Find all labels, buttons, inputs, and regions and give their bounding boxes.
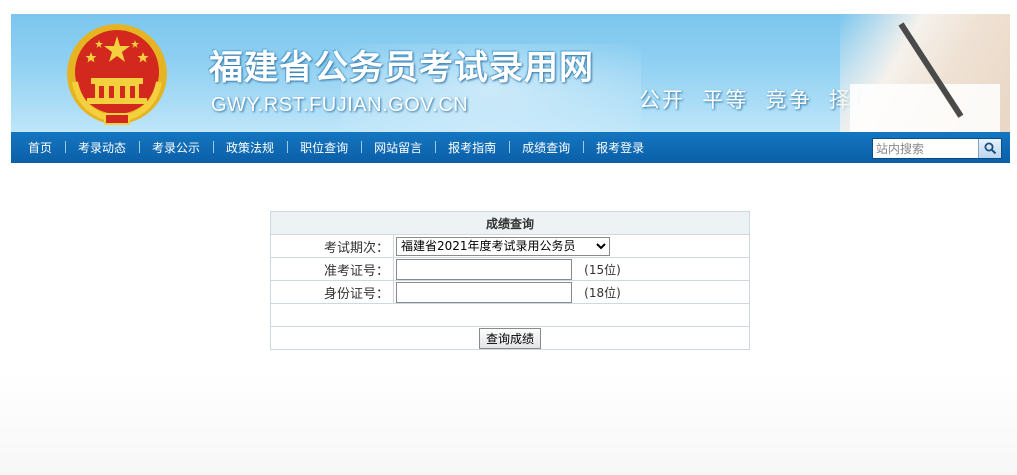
form-title: 成绩查询	[270, 211, 750, 235]
site-domain: GWY.RST.FUJIAN.GOV.CN	[211, 94, 469, 116]
search-icon	[984, 142, 996, 155]
writing-hand-image	[840, 14, 1010, 132]
exam-period-label: 考试期次：	[270, 234, 394, 258]
nav-item-position-query[interactable]: 职位查询	[287, 139, 361, 156]
nav-item-login[interactable]: 报考登录	[583, 139, 657, 156]
nav-item-policy[interactable]: 政策法规	[213, 139, 287, 156]
main-nav: 首页 考录动态 考录公示 政策法规 职位查询 网站留言 报考指南 成绩查询 报考…	[11, 132, 1010, 163]
nav-item-guide[interactable]: 报考指南	[435, 139, 509, 156]
header-banner: 福建省公务员考试录用网 GWY.RST.FUJIAN.GOV.CN 公开 平等 …	[11, 14, 1010, 132]
id-number-input[interactable]	[396, 281, 572, 303]
id-number-hint: (18位)	[584, 285, 621, 300]
search-button[interactable]	[978, 139, 1001, 158]
site-search	[872, 138, 1002, 159]
ticket-number-hint: (15位)	[584, 262, 621, 277]
exam-period-select[interactable]: 福建省2021年度考试录用公务员	[396, 236, 610, 256]
query-score-button[interactable]: 查询成绩	[478, 327, 541, 349]
score-query-form: 成绩查询 考试期次： 福建省2021年度考试录用公务员 准考证号： (15位) …	[270, 211, 750, 350]
national-emblem-icon	[67, 24, 167, 125]
ticket-number-input[interactable]	[396, 258, 572, 280]
search-input[interactable]	[873, 139, 977, 158]
nav-item-notice[interactable]: 考录公示	[139, 139, 213, 156]
site-title: 福建省公务员考试录用网	[209, 48, 594, 88]
nav-item-news[interactable]: 考录动态	[65, 139, 139, 156]
nav-item-message[interactable]: 网站留言	[361, 139, 435, 156]
ticket-number-label: 准考证号：	[270, 257, 394, 281]
id-number-label: 身份证号：	[270, 280, 394, 304]
nav-item-score-query[interactable]: 成绩查询	[509, 139, 583, 156]
page: 福建省公务员考试录用网 GWY.RST.FUJIAN.GOV.CN 公开 平等 …	[11, 0, 1010, 475]
empty-row	[270, 303, 750, 327]
nav-item-home[interactable]: 首页	[15, 139, 65, 156]
